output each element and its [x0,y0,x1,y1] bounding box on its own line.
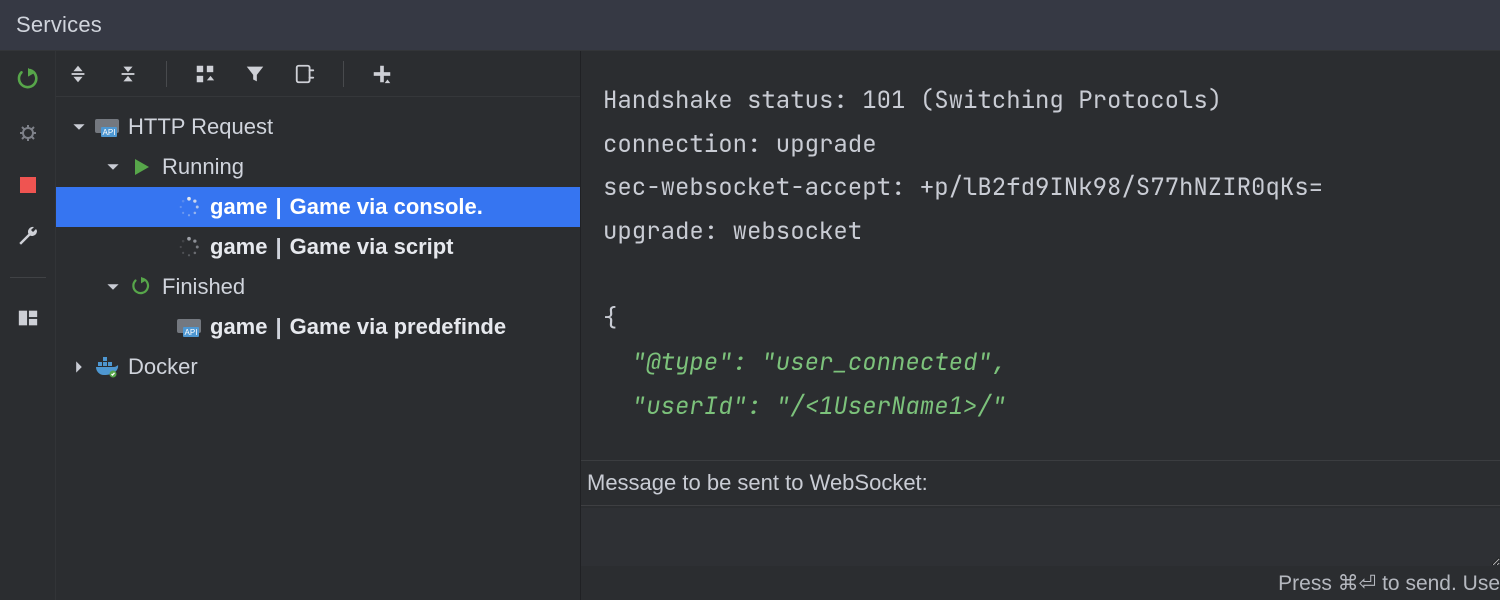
toolbar-separator-2 [343,61,344,87]
group-by-icon[interactable] [193,62,217,86]
view-mode-icon[interactable] [293,62,317,86]
panel-title: Services [0,0,1500,50]
tree-item-desc: Game via script [290,234,454,260]
tree-label: Docker [128,354,198,380]
tree-item-name: game [210,194,267,220]
output-pane: Handshake status: 101 (Switching Protoco… [581,51,1500,600]
filter-icon[interactable] [243,62,267,86]
chevron-down-icon[interactable] [104,278,122,296]
tree-item-desc: Game via console. [290,194,483,220]
tree-node-running[interactable]: Running [56,147,580,187]
tree-item-name: game [210,234,267,260]
services-tree[interactable]: API HTTP Request Running [56,97,580,600]
toolbar-separator [166,61,167,87]
tree-item-game-script[interactable]: game | Game via script [56,227,580,267]
stop-icon[interactable] [12,169,44,201]
send-bar: Message to be sent to WebSocket: Press ⌘… [581,460,1500,600]
svg-text:API: API [103,128,116,137]
output-line: connection: upgrade [603,129,877,160]
tree-item-name: game [210,314,267,340]
tree-toolbar [56,51,580,97]
collapse-all-icon[interactable] [116,62,140,86]
separator-pipe: | [275,314,281,340]
add-icon[interactable] [370,62,394,86]
output-line: Handshake status: 101 (Switching Protoco… [603,85,1222,116]
http-api-icon: API [176,314,202,340]
tree-node-docker[interactable]: Docker [56,347,580,387]
tree-item-game-console[interactable]: game | Game via console. [56,187,580,227]
spinner-icon [176,234,202,260]
chevron-down-icon[interactable] [104,158,122,176]
output-json-line: "userId": "/<1UserName1>/" [603,391,1006,422]
services-tree-pane: API HTTP Request Running [56,51,581,600]
websocket-output[interactable]: Handshake status: 101 (Switching Protoco… [581,51,1500,460]
spinner-icon [176,194,202,220]
tree-label: Running [162,154,244,180]
docker-icon [94,354,120,380]
gutter-toolbar [0,51,56,600]
tree-label: Finished [162,274,245,300]
http-api-icon: API [94,114,120,140]
tree-node-http-request[interactable]: API HTTP Request [56,107,580,147]
layout-icon[interactable] [12,302,44,334]
send-label: Message to be sent to WebSocket: [581,461,1500,505]
tree-item-desc: Game via predefinde [290,314,506,340]
run-icon [128,154,154,180]
tree-node-finished[interactable]: Finished [56,267,580,307]
tree-label: HTTP Request [128,114,273,140]
separator-pipe: | [275,234,281,260]
tree-item-game-predefined[interactable]: API game | Game via predefinde [56,307,580,347]
output-line: sec-websocket-accept: +p/lB2fd9INk98/S77… [603,172,1323,203]
rerun-icon[interactable] [12,65,44,97]
websocket-message-input[interactable] [581,508,1500,566]
output-json-line: "@type": "user_connected", [603,347,1006,378]
chevron-down-icon[interactable] [70,118,88,136]
wrench-icon[interactable] [12,221,44,253]
bug-icon[interactable] [12,117,44,149]
send-hint: Press ⌘⏎ to send. Use [581,566,1500,600]
chevron-right-icon[interactable] [70,358,88,376]
gutter-separator [10,277,46,278]
output-line: { [603,303,617,334]
output-line: upgrade: websocket [603,216,862,247]
rerun-icon [128,274,154,300]
separator-pipe: | [275,194,281,220]
svg-text:API: API [185,328,198,337]
panel-title-text: Services [16,12,102,38]
expand-all-icon[interactable] [66,62,90,86]
